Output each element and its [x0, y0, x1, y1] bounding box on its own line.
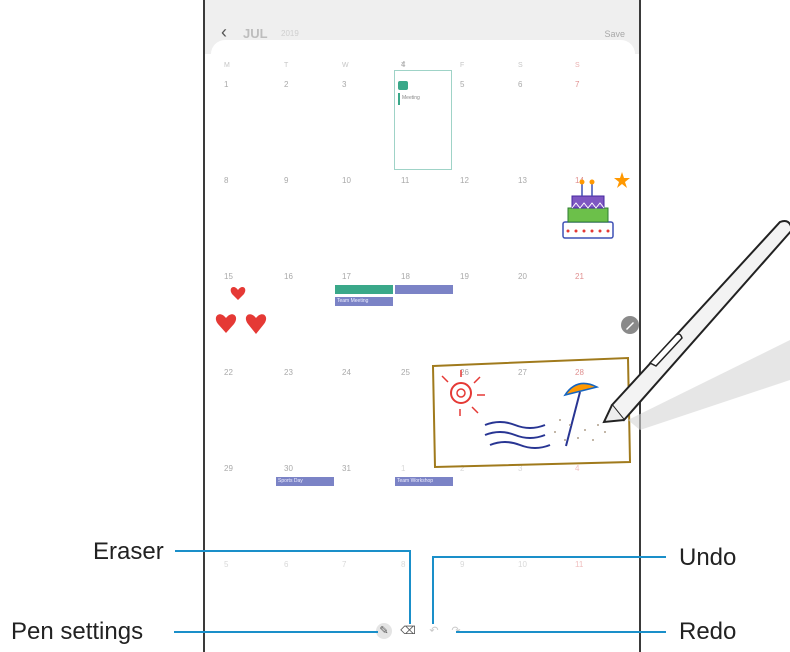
pen-settings-label: Pen settings [11, 618, 144, 645]
callout-line-redo [456, 631, 666, 633]
eraser-button[interactable]: ⌫ [400, 623, 416, 639]
pen-settings-button[interactable]: ✎ [376, 623, 392, 639]
callout-line-undo-vertical [432, 556, 434, 624]
callout-line-undo [432, 556, 666, 558]
pen-icon: ✎ [379, 625, 389, 637]
cake-doodle [562, 172, 630, 239]
callout-line-pen-settings [174, 631, 378, 633]
callout-line-eraser-vertical [409, 550, 411, 624]
pen-toolbar: ✎ ⌫ ↶ ↷ [370, 620, 468, 642]
hearts-doodle [215, 287, 267, 334]
s-pen-stylus [602, 220, 790, 430]
redo-label: Redo [679, 618, 737, 645]
beach-doodle [431, 356, 632, 469]
undo-icon: ↶ [429, 625, 439, 637]
callout-line-eraser [175, 550, 411, 552]
eraser-icon: ⌫ [400, 625, 416, 637]
undo-button[interactable]: ↶ [426, 623, 442, 639]
undo-label: Undo [679, 544, 737, 571]
eraser-label: Eraser [93, 538, 164, 565]
